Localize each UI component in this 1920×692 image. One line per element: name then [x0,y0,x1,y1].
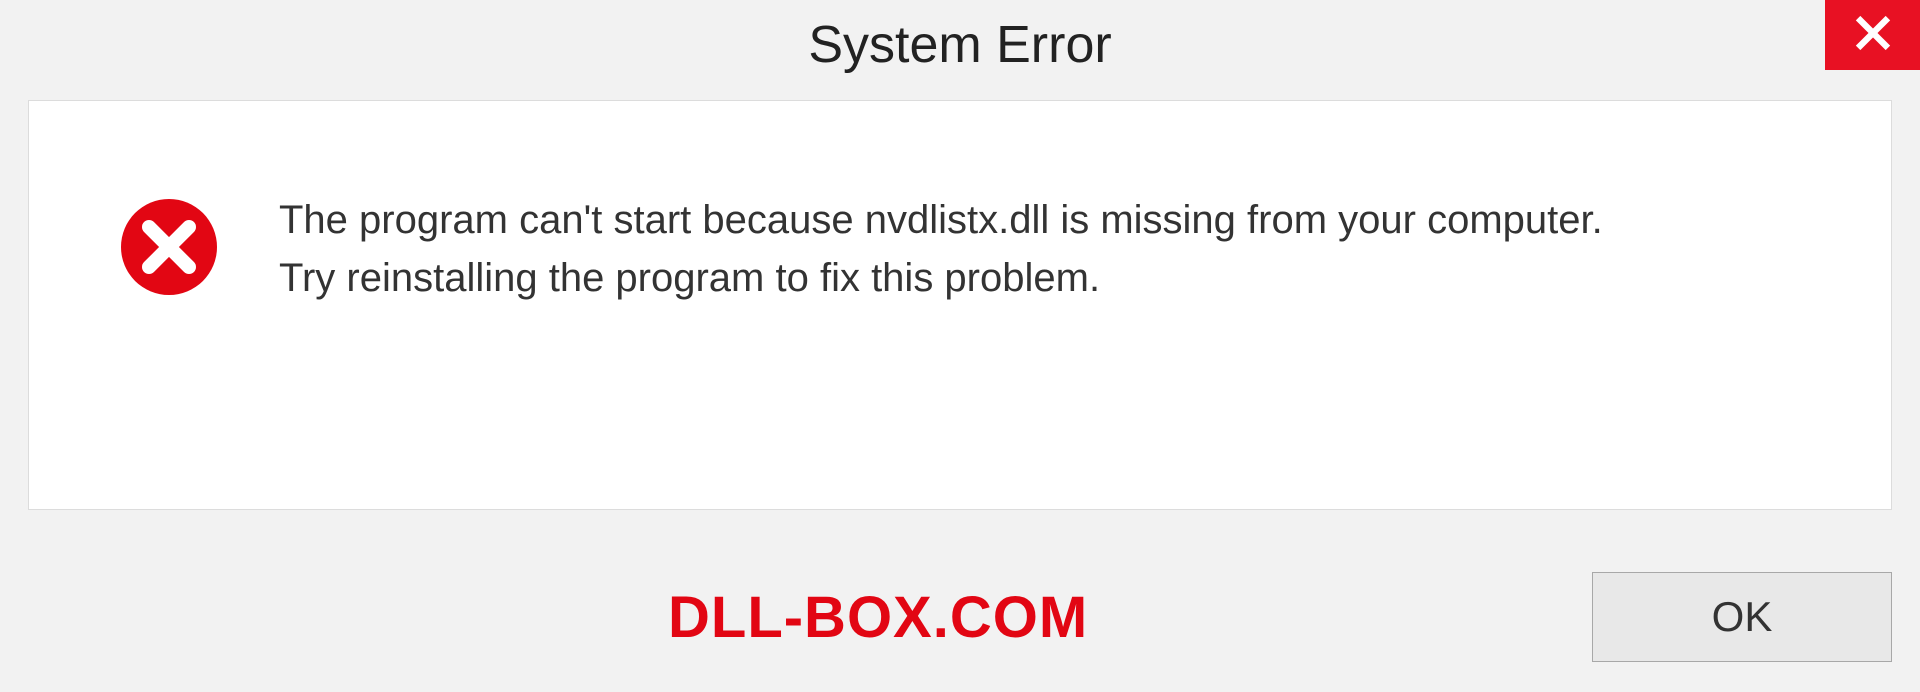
dialog-titlebar: System Error [0,0,1920,90]
close-button[interactable] [1825,0,1920,70]
ok-button[interactable]: OK [1592,572,1892,662]
dialog-message: The program can't start because nvdlistx… [279,191,1831,307]
ok-button-label: OK [1712,593,1773,641]
watermark-text: DLL-BOX.COM [668,584,1088,651]
dialog-footer: DLL-BOX.COM OK [28,572,1892,662]
dialog-content: The program can't start because nvdlistx… [28,100,1892,510]
dialog-title: System Error [808,15,1111,75]
error-icon [119,197,219,297]
message-line-2: Try reinstalling the program to fix this… [279,249,1831,307]
message-line-1: The program can't start because nvdlistx… [279,191,1831,249]
close-icon [1854,14,1892,57]
